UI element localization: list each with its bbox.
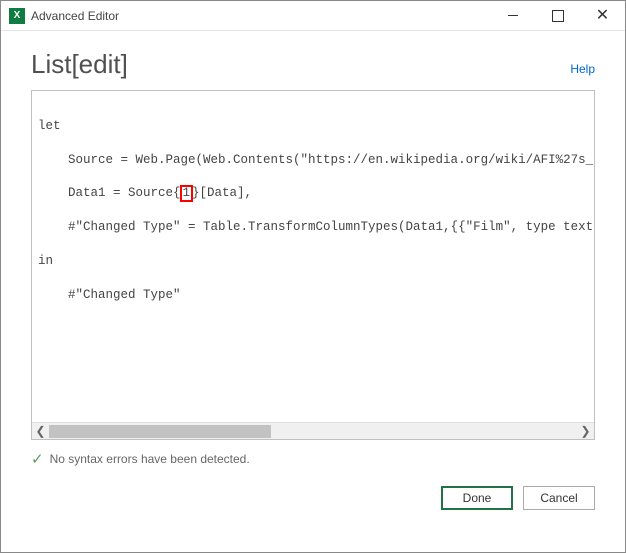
close-button[interactable]: ✕ bbox=[580, 1, 625, 30]
minimize-button[interactable] bbox=[490, 1, 535, 30]
code-textarea[interactable]: let Source = Web.Page(Web.Contents("http… bbox=[32, 91, 594, 422]
code-line: #"Changed Type" bbox=[38, 287, 588, 304]
header: List[edit] Help bbox=[1, 31, 625, 90]
status-bar: ✓ No syntax errors have been detected. bbox=[1, 440, 625, 468]
horizontal-scrollbar[interactable]: ❮ ❯ bbox=[32, 422, 594, 439]
cancel-button[interactable]: Cancel bbox=[523, 486, 595, 510]
scroll-right-icon[interactable]: ❯ bbox=[577, 423, 594, 440]
scroll-left-icon[interactable]: ❮ bbox=[32, 423, 49, 440]
code-text: }[Data], bbox=[192, 186, 252, 200]
code-editor: let Source = Web.Page(Web.Contents("http… bbox=[31, 90, 595, 440]
code-text: Data1 = Source{ bbox=[68, 186, 181, 200]
window-title: Advanced Editor bbox=[31, 9, 490, 23]
code-line: Data1 = Source{1}[Data], bbox=[38, 185, 588, 202]
checkmark-icon: ✓ bbox=[31, 450, 44, 468]
window-controls: ✕ bbox=[490, 1, 625, 30]
code-line: #"Changed Type" = Table.TransformColumnT… bbox=[38, 219, 588, 236]
done-button[interactable]: Done bbox=[441, 486, 513, 510]
code-line: Source = Web.Page(Web.Contents("https://… bbox=[38, 152, 588, 169]
scroll-thumb[interactable] bbox=[49, 425, 271, 438]
title-bar: Advanced Editor ✕ bbox=[1, 1, 625, 31]
code-line: in bbox=[38, 253, 588, 270]
excel-icon bbox=[9, 8, 25, 24]
maximize-button[interactable] bbox=[535, 1, 580, 30]
status-message: No syntax errors have been detected. bbox=[50, 452, 250, 466]
help-link[interactable]: Help bbox=[570, 62, 595, 76]
page-title: List[edit] bbox=[31, 49, 128, 80]
dialog-buttons: Done Cancel bbox=[1, 468, 625, 528]
scroll-track[interactable] bbox=[49, 423, 577, 439]
code-line: let bbox=[38, 118, 588, 135]
